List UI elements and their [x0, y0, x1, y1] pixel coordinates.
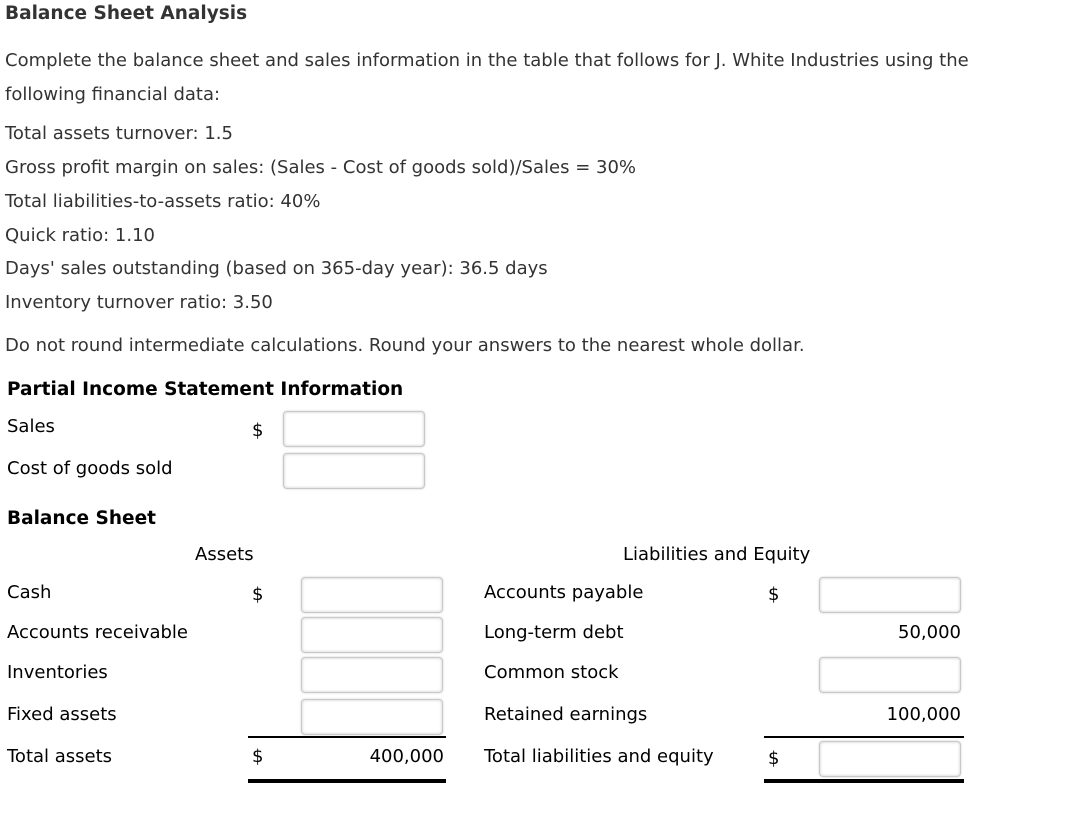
retained-earnings-value: 100,000 [886, 704, 961, 725]
total-assets-double-underline [248, 779, 446, 783]
rounding-instruction: Do not round intermediate calculations. … [5, 335, 805, 356]
long-term-debt-value: 50,000 [898, 622, 961, 643]
given-gross-profit-margin: Gross profit margin on sales: (Sales - C… [5, 157, 637, 178]
total-assets-value: 400,000 [369, 746, 444, 767]
intro-text: Complete the balance sheet and sales inf… [5, 50, 969, 105]
total-liabilities-equity-dollar-sign: $ [768, 748, 780, 769]
total-liabilities-equity-double-underline [764, 779, 964, 783]
given-days-sales-outstanding: Days' sales outstanding (based on 365-da… [5, 258, 548, 279]
given-inventory-turnover: Inventory turnover ratio: 3.50 [5, 292, 273, 313]
cash-input[interactable] [301, 577, 443, 613]
given-total-assets-turnover: Total assets turnover: 1.5 [5, 123, 233, 144]
accounts-payable-input[interactable] [819, 577, 961, 613]
total-assets-label: Total assets [7, 746, 113, 767]
inventories-label: Inventories [7, 662, 108, 683]
cogs-label: Cost of goods sold [7, 458, 173, 479]
accounts-receivable-label: Accounts receivable [7, 622, 189, 643]
retained-earnings-label: Retained earnings [484, 704, 648, 725]
cash-label: Cash [7, 582, 52, 603]
balance-sheet-heading: Balance Sheet [7, 508, 156, 529]
sales-dollar-sign: $ [252, 420, 264, 441]
common-stock-label: Common stock [484, 662, 619, 683]
accounts-receivable-input[interactable] [301, 617, 443, 653]
cash-dollar-sign: $ [252, 584, 264, 605]
given-quick-ratio: Quick ratio: 1.10 [5, 225, 155, 246]
accounts-payable-label: Accounts payable [484, 582, 644, 603]
income-statement-heading: Partial Income Statement Information [7, 379, 404, 400]
total-liabilities-equity-input[interactable] [819, 741, 961, 777]
fixed-assets-label: Fixed assets [7, 704, 117, 725]
long-term-debt-label: Long-term debt [484, 622, 624, 643]
assets-heading: Assets [195, 544, 254, 565]
total-liabilities-equity-top-rule [764, 736, 964, 738]
accounts-payable-dollar-sign: $ [768, 584, 780, 605]
sales-label: Sales [7, 416, 55, 437]
page-title: Balance Sheet Analysis [5, 3, 248, 24]
fixed-assets-input[interactable] [301, 699, 443, 735]
sales-input[interactable] [283, 411, 425, 447]
total-assets-dollar-sign: $ [252, 746, 264, 767]
given-liabilities-to-assets: Total liabilities-to-assets ratio: 40% [5, 191, 321, 212]
total-assets-top-rule [248, 736, 446, 738]
total-liabilities-equity-label: Total liabilities and equity [484, 746, 714, 767]
common-stock-input[interactable] [819, 657, 961, 693]
cogs-input[interactable] [283, 453, 425, 489]
liabilities-equity-heading: Liabilities and Equity [623, 544, 811, 565]
inventories-input[interactable] [301, 657, 443, 693]
